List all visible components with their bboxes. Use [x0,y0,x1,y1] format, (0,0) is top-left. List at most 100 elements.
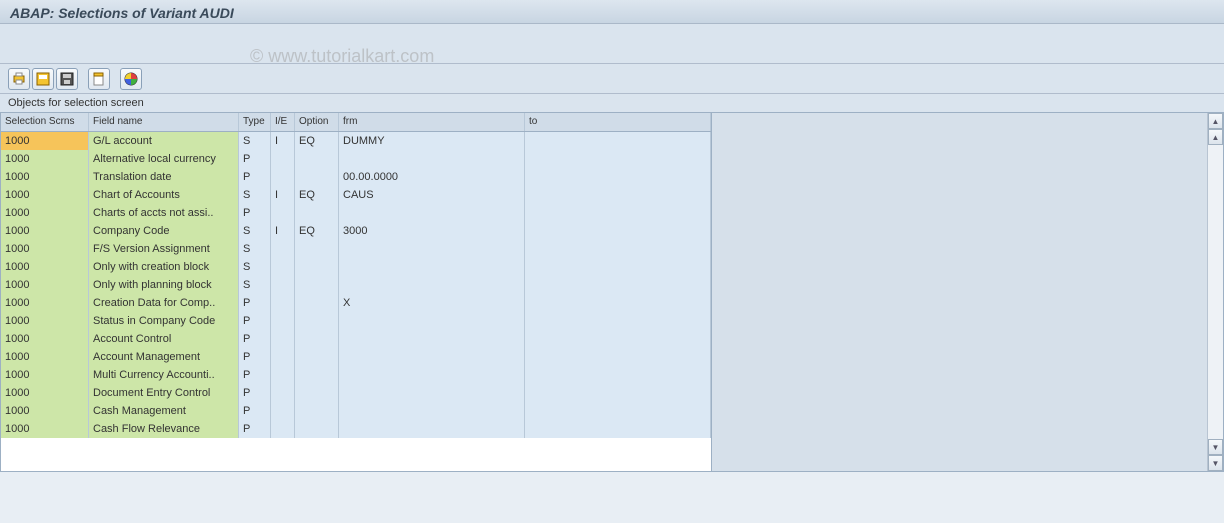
cell-type[interactable]: P [239,294,271,312]
cell-option[interactable] [295,384,339,402]
cell-field[interactable]: G/L account [89,132,239,150]
cell-frm[interactable] [339,150,525,168]
cell-ie[interactable] [271,330,295,348]
cell-to[interactable] [525,294,711,312]
cell-field[interactable]: Account Management [89,348,239,366]
cell-field[interactable]: Translation date [89,168,239,186]
cell-frm[interactable] [339,276,525,294]
cell-field[interactable]: Only with planning block [89,276,239,294]
cell-to[interactable] [525,204,711,222]
cell-frm[interactable] [339,240,525,258]
cell-to[interactable] [525,240,711,258]
cell-type[interactable]: S [239,276,271,294]
cell-option[interactable] [295,312,339,330]
cell-ie[interactable] [271,240,295,258]
cell-frm[interactable] [339,384,525,402]
cell-scrn[interactable]: 1000 [1,150,89,168]
col-header-field[interactable]: Field name [89,113,239,131]
cell-field[interactable]: Only with creation block [89,258,239,276]
cell-to[interactable] [525,384,711,402]
cell-frm[interactable] [339,402,525,420]
cell-type[interactable]: S [239,132,271,150]
cell-to[interactable] [525,276,711,294]
scroll-track[interactable] [1208,145,1223,439]
cell-type[interactable]: P [239,150,271,168]
cell-frm[interactable]: X [339,294,525,312]
col-header-frm[interactable]: frm [339,113,525,131]
table-row[interactable]: 1000Status in Company CodeP [1,312,711,330]
cell-frm[interactable]: CAUS [339,186,525,204]
col-header-type[interactable]: Type [239,113,271,131]
cell-scrn[interactable]: 1000 [1,366,89,384]
table-row[interactable]: 1000Creation Data for Comp..PX [1,294,711,312]
cell-frm[interactable] [339,258,525,276]
cell-to[interactable] [525,150,711,168]
cell-field[interactable]: Alternative local currency [89,150,239,168]
cell-to[interactable] [525,168,711,186]
cell-ie[interactable] [271,348,295,366]
cell-scrn[interactable]: 1000 [1,420,89,438]
col-header-option[interactable]: Option [295,113,339,131]
cell-ie[interactable] [271,294,295,312]
cell-type[interactable]: P [239,312,271,330]
cell-option[interactable] [295,420,339,438]
cell-field[interactable]: Account Control [89,330,239,348]
cell-type[interactable]: P [239,402,271,420]
cell-field[interactable]: Cash Flow Relevance [89,420,239,438]
cell-scrn[interactable]: 1000 [1,348,89,366]
cell-scrn[interactable]: 1000 [1,204,89,222]
cell-option[interactable] [295,276,339,294]
cell-ie[interactable] [271,420,295,438]
cell-ie[interactable]: I [271,132,295,150]
cell-type[interactable]: P [239,420,271,438]
cell-field[interactable]: Charts of accts not assi.. [89,204,239,222]
cell-type[interactable]: P [239,348,271,366]
cell-option[interactable] [295,366,339,384]
cell-field[interactable]: Creation Data for Comp.. [89,294,239,312]
scroll-down-button[interactable]: ▼ [1208,439,1223,455]
cell-scrn[interactable]: 1000 [1,132,89,150]
col-header-scrn[interactable]: Selection Scrns [1,113,89,131]
cell-frm[interactable] [339,312,525,330]
col-header-to[interactable]: to [525,113,711,131]
cell-scrn[interactable]: 1000 [1,312,89,330]
cell-scrn[interactable]: 1000 [1,240,89,258]
cell-ie[interactable] [271,366,295,384]
vertical-scrollbar[interactable]: ▲ ▲ ▼ ▼ [1207,113,1223,471]
cell-option[interactable]: EQ [295,132,339,150]
cell-to[interactable] [525,132,711,150]
cell-field[interactable]: Cash Management [89,402,239,420]
cell-to[interactable] [525,222,711,240]
cell-ie[interactable]: I [271,222,295,240]
cell-ie[interactable] [271,150,295,168]
cell-option[interactable] [295,402,339,420]
table-row[interactable]: 1000F/S Version AssignmentS [1,240,711,258]
cell-type[interactable]: S [239,240,271,258]
table-row[interactable]: 1000Company CodeSIEQ3000 [1,222,711,240]
table-row[interactable]: 1000Chart of AccountsSIEQCAUS [1,186,711,204]
cell-type[interactable]: S [239,186,271,204]
table-row[interactable]: 1000Alternative local currencyP [1,150,711,168]
cell-type[interactable]: P [239,384,271,402]
cell-ie[interactable] [271,258,295,276]
cell-ie[interactable] [271,312,295,330]
cell-option[interactable] [295,348,339,366]
cell-option[interactable] [295,240,339,258]
cell-to[interactable] [525,348,711,366]
cell-scrn[interactable]: 1000 [1,222,89,240]
table-row[interactable]: 1000Account ControlP [1,330,711,348]
cell-scrn[interactable]: 1000 [1,276,89,294]
cell-frm[interactable] [339,348,525,366]
cell-to[interactable] [525,366,711,384]
table-row[interactable]: 1000Document Entry ControlP [1,384,711,402]
cell-field[interactable]: F/S Version Assignment [89,240,239,258]
cell-frm[interactable] [339,204,525,222]
cell-type[interactable]: P [239,330,271,348]
cell-scrn[interactable]: 1000 [1,186,89,204]
table-row[interactable]: 1000Multi Currency Accounti..P [1,366,711,384]
cell-ie[interactable] [271,402,295,420]
scroll-up-button[interactable]: ▲ [1208,113,1223,129]
table-row[interactable]: 1000Cash Flow RelevanceP [1,420,711,438]
display-button[interactable] [88,68,110,90]
cell-ie[interactable] [271,168,295,186]
